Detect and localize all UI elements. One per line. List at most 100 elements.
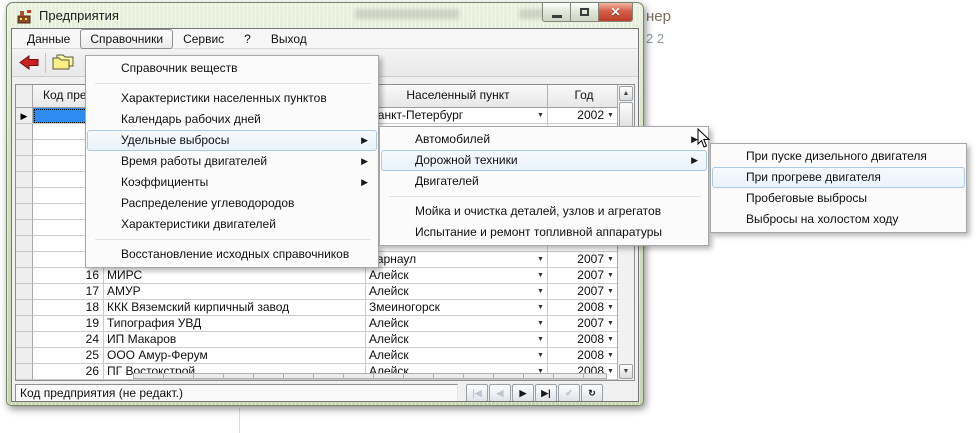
dropdown-arrow-icon[interactable]: ▼ [534,316,547,331]
cell-city[interactable]: Алейск ▼ [366,268,548,284]
cell-code[interactable]: 26 [33,364,104,380]
cell-year[interactable]: 2007 ▼ [548,268,618,284]
row-selector[interactable] [16,252,33,268]
menu-item[interactable] [87,79,377,88]
cell-code[interactable]: 16 [33,268,104,284]
menu-item[interactable]: Восстановление исходных справочников [87,244,377,265]
menu-item[interactable]: Распределение углеводородов [87,193,377,214]
menu-item[interactable] [381,192,707,201]
cell-name[interactable]: Типография УВД [104,316,366,332]
menu-item[interactable]: Календарь рабочих дней [87,109,377,130]
nav-button[interactable]: |◀ [466,384,488,402]
menu-item[interactable]: Справочник веществ [87,58,377,79]
cell-name[interactable]: МИРС [104,268,366,284]
cell-code[interactable]: 18 [33,300,104,316]
dropdown-arrow-icon[interactable]: ▼ [534,108,547,123]
dropdown-arrow-icon[interactable]: ▼ [604,268,617,283]
table-row[interactable]: 17 АМУР Алейск ▼ 2007 ▼ [16,284,634,300]
cell-code[interactable]: 24 [33,332,104,348]
header-city[interactable]: Населенный пункт [366,85,548,108]
row-selector[interactable] [16,204,33,220]
cell-city[interactable]: Алейск ▼ [366,284,548,300]
row-selector[interactable] [16,220,33,236]
cell-year[interactable]: 2007 ▼ [548,316,618,332]
cell-code[interactable]: 19 [33,316,104,332]
dropdown-arrow-icon[interactable]: ▼ [604,252,617,267]
menubar-item[interactable]: Выход [261,29,317,49]
dropdown-arrow-icon[interactable]: ▼ [604,300,617,315]
table-row[interactable]: 19 Типография УВД Алейск ▼ 2007 ▼ [16,316,634,332]
dropdown-arrow-icon[interactable]: ▼ [604,284,617,299]
header-year[interactable]: Год [548,85,618,108]
cell-year[interactable]: 2008 ▼ [548,348,618,364]
cell-year[interactable]: 2007 ▼ [548,252,618,268]
row-selector[interactable] [16,268,33,284]
maximize-button[interactable] [571,3,598,22]
menu-item[interactable]: Время работы двигателей ▶ [87,151,377,172]
table-row[interactable]: 18 ККК Вяземский кирпичный завод Змеиног… [16,300,634,316]
minimize-button[interactable] [542,3,571,22]
menu-item[interactable]: Характеристики двигателей [87,214,377,235]
row-selector[interactable] [16,300,33,316]
row-selector[interactable] [16,156,33,172]
cell-city[interactable]: Барнаул ▼ [366,252,548,268]
menu-item[interactable]: Дорожной техники ▶ [381,150,707,171]
menu-item[interactable]: Выбросы на холостом ходу [712,209,965,230]
cell-name[interactable]: ККК Вяземский кирпичный завод [104,300,366,316]
dropdown-arrow-icon[interactable]: ▼ [534,332,547,347]
menu-item[interactable]: Пробеговые выбросы [712,188,965,209]
row-selector[interactable] [16,348,33,364]
copy-button[interactable] [49,51,76,75]
menu-item[interactable] [87,235,377,244]
row-selector[interactable] [16,236,33,252]
scrollbar-thumb[interactable] [619,102,633,129]
row-selector[interactable] [16,332,33,348]
cell-city[interactable]: Алейск ▼ [366,316,548,332]
cell-year[interactable]: 2008 ▼ [548,300,618,316]
cell-city[interactable]: Санкт-Петербург ▼ [366,108,548,124]
dropdown-arrow-icon[interactable]: ▼ [604,332,617,347]
cell-year[interactable]: 2007 ▼ [548,284,618,300]
cell-code[interactable]: 25 [33,348,104,364]
cell-city[interactable]: Алейск ▼ [366,332,548,348]
cell-year[interactable]: 2008 ▼ [548,332,618,348]
menubar-item[interactable]: Справочники [80,29,173,49]
table-row[interactable]: 24 ИП Макаров Алейск ▼ 2008 ▼ [16,332,634,348]
menu-item[interactable]: Двигателей [381,171,707,192]
menubar-item[interactable]: Данные [17,29,80,49]
menubar-item[interactable]: ? [234,29,261,49]
menu-item[interactable]: Автомобилей ▶ [381,129,707,150]
row-selector[interactable] [16,140,33,156]
scroll-up-icon[interactable]: ▲ [619,86,633,101]
dropdown-arrow-icon[interactable]: ▼ [534,300,547,315]
scroll-down-icon[interactable]: ▼ [619,364,633,379]
row-selector[interactable] [16,364,33,380]
menu-item[interactable]: Коэффициенты ▶ [87,172,377,193]
table-row[interactable]: 16 МИРС Алейск ▼ 2007 ▼ [16,268,634,284]
close-button[interactable]: ✕ [598,3,633,22]
cell-name[interactable]: ООО Амур-Ферум [104,348,366,364]
cell-year[interactable]: 2002 ▼ [548,108,618,124]
row-selector[interactable]: ▶ [16,108,33,124]
dropdown-arrow-icon[interactable]: ▼ [534,284,547,299]
nav-button[interactable]: ✔ [558,384,580,402]
table-row[interactable]: 25 ООО Амур-Ферум Алейск ▼ 2008 ▼ [16,348,634,364]
row-selector[interactable] [16,172,33,188]
menu-item[interactable]: Удельные выбросы ▶ [87,130,377,151]
horizontal-scrollbar[interactable] [133,373,607,379]
menubar-item[interactable]: Сервис [173,29,234,49]
dropdown-arrow-icon[interactable]: ▼ [604,348,617,363]
dropdown-arrow-icon[interactable]: ▼ [534,268,547,283]
cell-city[interactable]: Змеиногорск ▼ [366,300,548,316]
row-selector[interactable] [16,188,33,204]
cell-code[interactable]: 17 [33,284,104,300]
cell-name[interactable]: АМУР [104,284,366,300]
menu-item[interactable]: При пуске дизельного двигателя [712,146,965,167]
nav-button[interactable]: ▶ [512,384,534,402]
nav-button[interactable]: ↻ [581,384,603,402]
dropdown-arrow-icon[interactable]: ▼ [534,348,547,363]
row-selector[interactable] [16,124,33,140]
dropdown-arrow-icon[interactable]: ▼ [604,108,617,123]
row-selector[interactable] [16,284,33,300]
titlebar[interactable]: Предприятия ✕ [7,3,643,28]
